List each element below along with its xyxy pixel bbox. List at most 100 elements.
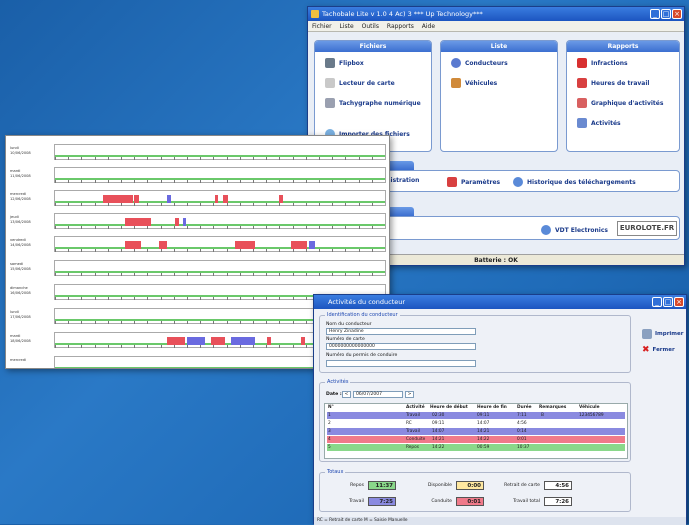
report-tick bbox=[81, 321, 83, 324]
report-tick bbox=[239, 226, 241, 229]
report-tick bbox=[107, 226, 109, 229]
menu-liste[interactable]: Liste bbox=[340, 23, 354, 30]
report-tick bbox=[200, 249, 202, 252]
report-tick bbox=[107, 157, 109, 160]
report-activity-segment bbox=[235, 241, 255, 249]
driver-name-field[interactable]: Henry Zinadine bbox=[326, 328, 476, 335]
report-tick bbox=[319, 180, 320, 183]
prev-date-button[interactable]: < bbox=[342, 391, 351, 398]
report-tick bbox=[134, 203, 136, 206]
activity-cell-dur: 4:56 bbox=[517, 421, 527, 426]
fichiers-lecteur[interactable]: Lecteur de carte bbox=[325, 78, 395, 88]
vdt-link[interactable]: VDT Electronics bbox=[541, 225, 608, 235]
rapports-heures[interactable]: Heures de travail bbox=[577, 78, 649, 88]
report-activity-segment bbox=[183, 218, 186, 226]
activity-group: Activités Date : < 06/07/2007 > N° Activ… bbox=[319, 379, 631, 462]
report-tick bbox=[107, 273, 109, 276]
activity-cell-dur: 0:01 bbox=[517, 437, 527, 442]
report-tick bbox=[55, 203, 56, 206]
activity-minimize-icon[interactable]: _ bbox=[652, 297, 662, 307]
admin-parametres[interactable]: Paramètres bbox=[447, 177, 500, 187]
activity-close-icon[interactable]: × bbox=[674, 297, 684, 307]
report-tick bbox=[319, 157, 320, 160]
next-date-button[interactable]: > bbox=[405, 391, 414, 398]
report-tick bbox=[292, 226, 294, 229]
report-tick bbox=[279, 321, 281, 324]
liste-conducteurs[interactable]: Conducteurs bbox=[451, 58, 508, 68]
report-tick bbox=[200, 180, 202, 183]
liste-vehicules[interactable]: Véhicules bbox=[451, 78, 497, 88]
report-tick bbox=[266, 180, 268, 183]
menu-rapports[interactable]: Rapports bbox=[387, 23, 414, 30]
total-label: Repos bbox=[350, 483, 364, 488]
totals-group: Totaux Repos 11:37 Disponible 0:00 Retrait d… bbox=[319, 469, 631, 512]
print-button[interactable]: Imprimer bbox=[642, 329, 684, 339]
report-tick bbox=[147, 321, 149, 324]
report-tick bbox=[305, 249, 307, 252]
report-day-label: lundi 17/06/2008 bbox=[10, 310, 31, 319]
date-picker[interactable]: 06/07/2007 bbox=[353, 391, 403, 398]
settings-icon bbox=[447, 177, 457, 187]
activity-row[interactable]: 5 Repos 14:22 00:59 10:37 bbox=[327, 444, 625, 451]
report-tick bbox=[121, 180, 122, 183]
report-tick bbox=[107, 345, 109, 348]
menu-outils[interactable]: Outils bbox=[362, 23, 379, 30]
activity-row[interactable]: 4 Conduite 14:21 14:22 0:01 bbox=[327, 436, 625, 443]
activity-row[interactable]: 1 Travail 02:30 09:11 7:11 B 123456789 bbox=[327, 412, 625, 419]
report-tick bbox=[107, 180, 109, 183]
total-label: Travail bbox=[349, 499, 364, 504]
admin-historique[interactable]: Historique des téléchargements bbox=[513, 177, 636, 187]
report-tick bbox=[134, 180, 136, 183]
report-tick bbox=[213, 297, 215, 300]
report-tick bbox=[94, 180, 96, 183]
totals-group-title: Totaux bbox=[325, 469, 346, 475]
activity-cell-n: 3 bbox=[328, 429, 331, 434]
total-label: Conduite bbox=[431, 499, 452, 504]
rapports-infractions[interactable]: Infractions bbox=[577, 58, 628, 68]
report-tick bbox=[68, 273, 70, 276]
report-tick bbox=[253, 180, 254, 183]
activity-cell-start: 14:21 bbox=[432, 437, 445, 442]
report-tick bbox=[239, 180, 241, 183]
report-tick bbox=[94, 203, 96, 206]
report-tick bbox=[332, 180, 334, 183]
menu-fichier[interactable]: Fichier bbox=[312, 23, 332, 30]
report-tick bbox=[107, 321, 109, 324]
report-tick bbox=[279, 157, 281, 160]
report-rest-line bbox=[55, 271, 385, 273]
rapports-graphique[interactable]: Graphique d'activités bbox=[577, 98, 663, 108]
activity-cell-dur: 0:14 bbox=[517, 429, 527, 434]
minimize-icon[interactable]: _ bbox=[650, 9, 660, 19]
activity-cell-end: 14:22 bbox=[477, 437, 490, 442]
report-activity-segment bbox=[267, 337, 271, 345]
card-number-field[interactable]: 0000000000000000 bbox=[326, 343, 476, 350]
report-tick bbox=[81, 157, 83, 160]
report-tick bbox=[319, 226, 320, 229]
close-button[interactable]: ✖ Fermer bbox=[642, 345, 675, 355]
activity-cell-n: 5 bbox=[328, 445, 331, 450]
report-tick bbox=[266, 157, 268, 160]
fichiers-tachygraphe[interactable]: Tachygraphe numérique bbox=[325, 98, 421, 108]
fichiers-flipbox[interactable]: Flipbox bbox=[325, 58, 364, 68]
permit-field[interactable] bbox=[326, 360, 476, 367]
activity-maximize-icon[interactable]: □ bbox=[663, 297, 673, 307]
menu-aide[interactable]: Aide bbox=[422, 23, 435, 30]
report-tick bbox=[147, 203, 149, 206]
close-icon[interactable]: × bbox=[672, 9, 682, 19]
report-tick bbox=[226, 249, 228, 252]
rapports-activites[interactable]: Activités bbox=[577, 118, 621, 128]
report-activity-segment bbox=[309, 241, 315, 249]
maximize-icon[interactable]: □ bbox=[661, 9, 671, 19]
activity-row[interactable]: 3 Travail 14:07 14:21 0:14 bbox=[327, 428, 625, 435]
report-day-chart bbox=[54, 236, 386, 252]
report-day-label: mardi 18/06/2008 bbox=[10, 334, 31, 343]
eurolote-logo[interactable]: EUROLOTE.FR bbox=[617, 221, 677, 236]
report-tick bbox=[279, 226, 281, 229]
activity-group-title: Activités bbox=[325, 379, 351, 385]
activity-cell-act: RC bbox=[406, 421, 412, 426]
report-tick bbox=[292, 249, 294, 252]
report-tick bbox=[81, 297, 83, 300]
report-tick bbox=[358, 180, 360, 183]
activity-row[interactable]: 2 RC 09:11 14:07 4:56 bbox=[327, 420, 625, 427]
activity-cell-start: 14:22 bbox=[432, 445, 445, 450]
